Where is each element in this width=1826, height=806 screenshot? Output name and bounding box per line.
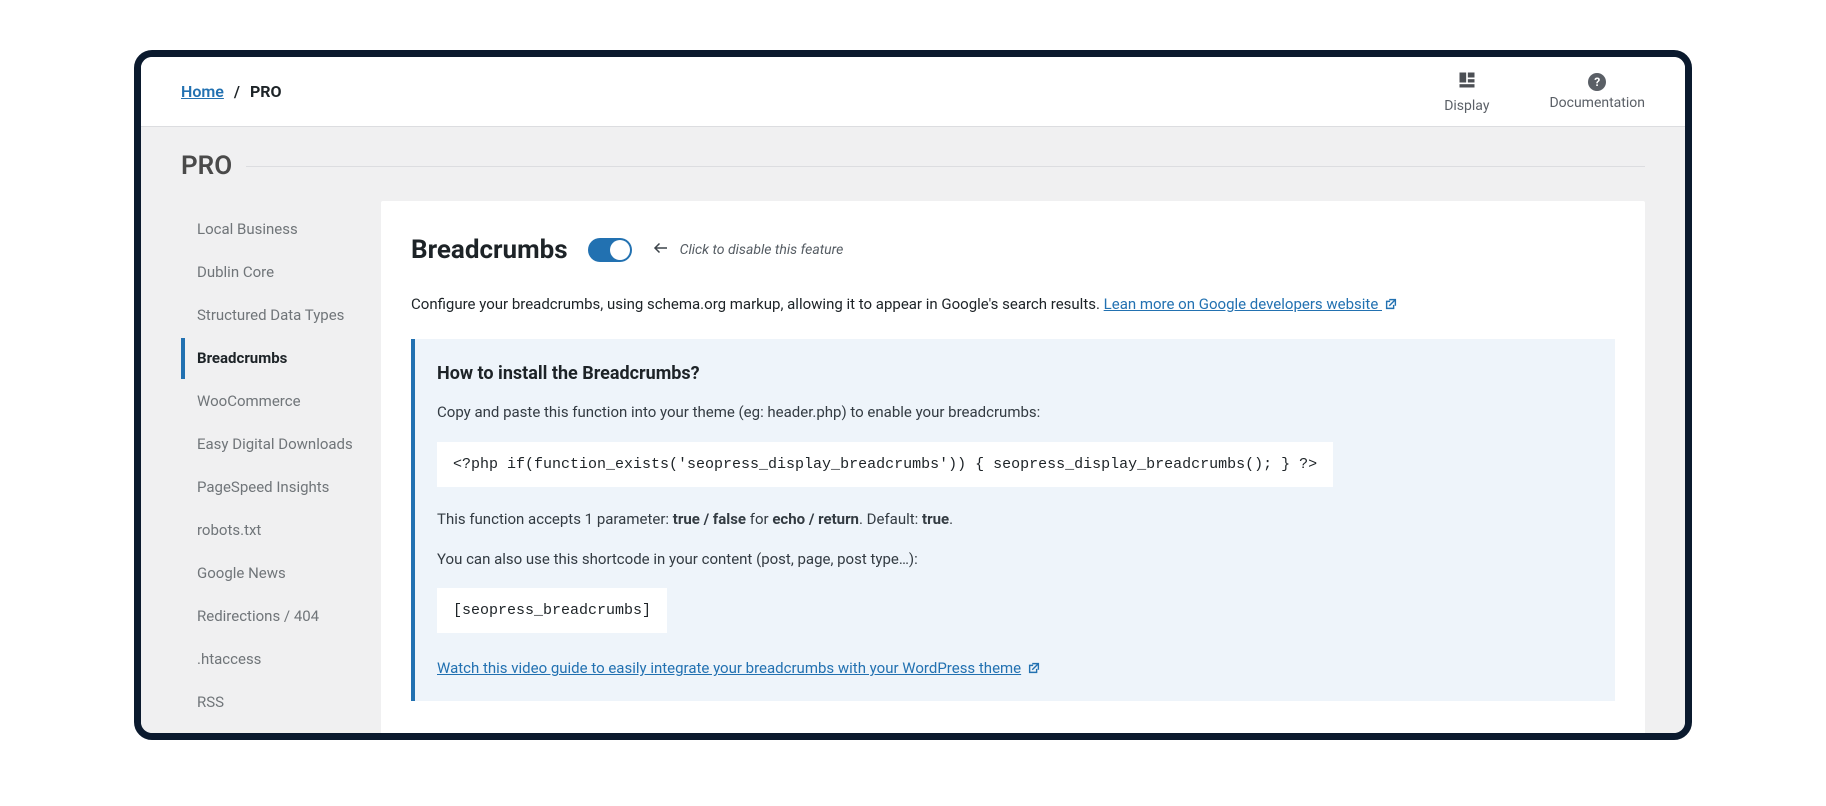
panel-header: Breadcrumbs Click to disable this featur… <box>411 235 1615 265</box>
sidebar-item-structured-data-types[interactable]: Structured Data Types <box>181 295 381 336</box>
breadcrumb-current: PRO <box>250 82 282 101</box>
info-p3: You can also use this shortcode in your … <box>437 549 1593 571</box>
info-heading: How to install the Breadcrumbs? <box>437 363 1593 384</box>
shortcode-block: [seopress_breadcrumbs] <box>437 588 667 633</box>
sidebar: Local BusinessDublin CoreStructured Data… <box>181 201 381 725</box>
breadcrumb-separator: / <box>234 82 240 101</box>
display-action[interactable]: Display <box>1444 70 1489 114</box>
info-p2: This function accepts 1 parameter: true … <box>437 509 1593 531</box>
sidebar-item-dublin-core[interactable]: Dublin Core <box>181 252 381 293</box>
sidebar-item--htaccess[interactable]: .htaccess <box>181 639 381 680</box>
question-icon: ? <box>1588 73 1606 91</box>
panel-title: Breadcrumbs <box>411 235 568 265</box>
sidebar-item-redirections-404[interactable]: Redirections / 404 <box>181 596 381 637</box>
content-columns: Local BusinessDublin CoreStructured Data… <box>141 181 1685 727</box>
p2-b3: true <box>922 510 949 528</box>
sidebar-item-rss[interactable]: RSS <box>181 682 381 723</box>
sidebar-item-local-business[interactable]: Local Business <box>181 209 381 250</box>
google-dev-link[interactable]: Lean more on Google developers website <box>1104 295 1382 313</box>
sidebar-item-pagespeed-insights[interactable]: PageSpeed Insights <box>181 467 381 508</box>
external-link-icon <box>1384 297 1398 311</box>
app-window: Home / PRO Display ? Documentation PRO <box>134 50 1692 740</box>
sidebar-item-robots-txt[interactable]: robots.txt <box>181 510 381 551</box>
topbar-actions: Display ? Documentation <box>1444 70 1645 114</box>
page-title-divider <box>246 166 1645 167</box>
breadcrumb: Home / PRO <box>181 82 282 101</box>
arrow-left-icon <box>652 239 670 261</box>
main-panel: Breadcrumbs Click to disable this featur… <box>381 201 1645 733</box>
display-label: Display <box>1444 98 1489 114</box>
topbar: Home / PRO Display ? Documentation <box>141 57 1685 127</box>
page-title-row: PRO <box>141 127 1685 181</box>
config-description: Configure your breadcrumbs, using schema… <box>411 295 1615 313</box>
config-text-pre: Configure your breadcrumbs, using schema… <box>411 295 1104 313</box>
p2-b2: echo / return <box>772 510 859 528</box>
sidebar-item-google-news[interactable]: Google News <box>181 553 381 594</box>
p2-mid2: . Default: <box>859 510 922 528</box>
video-link-row: Watch this video guide to easily integra… <box>437 659 1593 677</box>
feature-toggle[interactable] <box>588 238 632 262</box>
info-box: How to install the Breadcrumbs? Copy and… <box>411 339 1615 701</box>
sidebar-item-breadcrumbs[interactable]: Breadcrumbs <box>181 338 381 379</box>
documentation-label: Documentation <box>1549 95 1645 111</box>
p2-b1: true / false <box>673 510 746 528</box>
page-body: PRO Local BusinessDublin CoreStructured … <box>141 127 1685 733</box>
p2-pre: This function accepts 1 parameter: <box>437 510 673 528</box>
external-link-icon <box>1027 661 1041 675</box>
sidebar-item-easy-digital-downloads[interactable]: Easy Digital Downloads <box>181 424 381 465</box>
php-code-block: <?php if(function_exists('seopress_displ… <box>437 442 1333 487</box>
documentation-action[interactable]: ? Documentation <box>1549 73 1645 111</box>
page-title: PRO <box>181 151 232 181</box>
p2-mid: for <box>746 510 772 528</box>
sidebar-item-woocommerce[interactable]: WooCommerce <box>181 381 381 422</box>
info-p1: Copy and paste this function into your t… <box>437 402 1593 424</box>
display-icon <box>1457 70 1477 94</box>
toggle-hint-text: Click to disable this feature <box>680 242 844 258</box>
breadcrumb-home-link[interactable]: Home <box>181 82 224 101</box>
video-guide-link[interactable]: Watch this video guide to easily integra… <box>437 659 1021 677</box>
p2-post: . <box>949 510 953 528</box>
toggle-hint: Click to disable this feature <box>652 239 844 261</box>
